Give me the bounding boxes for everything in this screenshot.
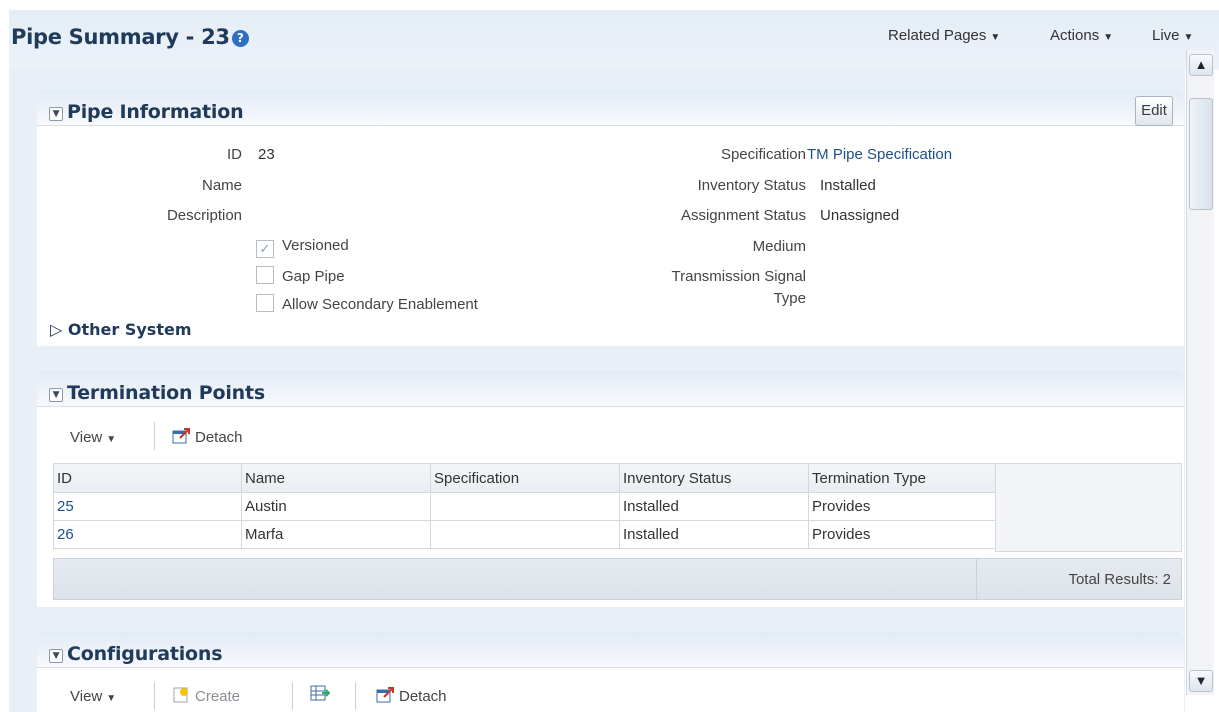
termination-points-table: ID Name Specification Inventory Status T…	[53, 463, 996, 549]
cfg-view-label: View	[70, 688, 103, 705]
collapse-icon[interactable]: ▼	[49, 388, 63, 402]
edit-button[interactable]: Edit	[1135, 96, 1173, 126]
other-system-toggle[interactable]: ▷ Other System	[50, 320, 192, 339]
vertical-scrollbar[interactable]: ▲ ▼	[1186, 50, 1214, 695]
row-specification	[430, 520, 620, 549]
actions-label: Actions	[1050, 27, 1100, 44]
export-icon	[310, 684, 331, 702]
expand-triangle-icon: ▷	[50, 320, 63, 339]
page-title-text: Pipe Summary - 23	[11, 25, 230, 49]
name-label: Name	[201, 177, 242, 194]
related-pages-label: Related Pages	[888, 27, 987, 44]
id-value: 23	[258, 146, 275, 163]
inventory-status-label: Inventory Status	[697, 177, 806, 194]
tp-view-label: View	[70, 429, 103, 446]
pipe-information-label: Pipe Information	[67, 101, 244, 123]
cfg-create-button[interactable]: Create	[172, 686, 240, 705]
checkbox-box[interactable]	[256, 266, 274, 284]
toolbar-divider	[154, 682, 155, 710]
cfg-view-menu[interactable]: View ▼	[70, 688, 116, 705]
row-name: Marfa	[241, 520, 431, 549]
column-header-name[interactable]: Name	[241, 463, 431, 493]
toolbar-divider	[355, 682, 356, 710]
help-icon[interactable]: ?	[231, 30, 249, 47]
actions-menu[interactable]: Actions ▼	[1050, 27, 1113, 44]
versioned-label: Versioned	[282, 237, 349, 254]
chevron-down-icon: ▼	[1103, 32, 1114, 43]
live-menu[interactable]: Live ▼	[1152, 27, 1193, 44]
versioned-checkbox[interactable]: ✓ Versioned	[256, 237, 349, 258]
collapse-icon[interactable]: ▼	[49, 649, 63, 663]
collapse-icon[interactable]: ▼	[49, 107, 63, 121]
row-inventory-status: Installed	[619, 492, 809, 521]
toolbar-divider	[154, 422, 155, 450]
specification-link[interactable]: TM Pipe Specification	[807, 146, 952, 163]
related-pages-menu[interactable]: Related Pages ▼	[888, 27, 1000, 44]
assignment-status-value: Unassigned	[820, 207, 900, 224]
allow-secondary-label: Allow Secondary Enablement	[282, 296, 478, 313]
scroll-up-icon[interactable]: ▲	[1189, 54, 1213, 76]
medium-label: Medium	[752, 238, 806, 255]
column-header-id[interactable]: ID	[53, 463, 242, 493]
toolbar-divider	[292, 682, 293, 710]
cfg-detach-button[interactable]: Detach	[376, 686, 447, 705]
column-header-specification[interactable]: Specification	[430, 463, 620, 493]
row-id-link[interactable]: 25	[53, 492, 242, 521]
transmission-signal-label: Transmission Signal	[671, 268, 807, 285]
row-specification	[430, 492, 620, 521]
detach-icon	[376, 686, 396, 704]
table-row[interactable]: 26 Marfa Installed Provides	[53, 520, 996, 549]
gap-pipe-label: Gap Pipe	[282, 268, 345, 285]
scroll-down-icon[interactable]: ▼	[1189, 670, 1213, 692]
row-name: Austin	[241, 492, 431, 521]
row-termination-type: Provides	[808, 492, 996, 521]
cfg-export-button[interactable]	[310, 684, 333, 703]
termination-points-label: Termination Points	[67, 382, 265, 404]
row-termination-type: Provides	[808, 520, 996, 549]
termination-points-title[interactable]: ▼ Termination Points	[49, 382, 265, 404]
column-header-termination-type[interactable]: Termination Type	[808, 463, 996, 493]
tp-detach-button[interactable]: Detach	[172, 427, 243, 446]
other-system-label: Other System	[67, 320, 192, 339]
table-empty-area	[995, 463, 1182, 552]
create-icon	[172, 686, 192, 704]
id-label: ID	[227, 146, 242, 163]
gap-pipe-checkbox[interactable]: Gap Pipe	[256, 266, 345, 285]
pipe-information-title[interactable]: ▼ Pipe Information	[49, 101, 244, 123]
checkbox-box[interactable]	[256, 294, 274, 312]
specification-label: Specification	[720, 146, 806, 163]
column-header-inventory-status[interactable]: Inventory Status	[619, 463, 809, 493]
inventory-status-value: Installed	[820, 177, 876, 194]
detach-icon	[172, 427, 192, 445]
table-row[interactable]: 25 Austin Installed Provides	[53, 492, 996, 521]
chevron-down-icon: ▼	[990, 32, 1001, 43]
chevron-down-icon: ▼	[106, 434, 117, 445]
scroll-thumb[interactable]	[1189, 98, 1213, 210]
cfg-detach-label: Detach	[399, 688, 447, 705]
table-footer: Total Results: 2	[53, 558, 1182, 600]
configurations-title[interactable]: ▼ Configurations	[49, 643, 223, 665]
tp-detach-label: Detach	[195, 429, 243, 446]
live-label: Live	[1152, 27, 1180, 44]
footer-divider	[976, 559, 977, 599]
page-title: Pipe Summary - 23?	[11, 25, 249, 49]
row-inventory-status: Installed	[619, 520, 809, 549]
cfg-create-label: Create	[195, 688, 241, 705]
description-label: Description	[166, 207, 242, 224]
transmission-type-label: Type	[773, 290, 806, 307]
row-id-link[interactable]: 26	[53, 520, 242, 549]
configurations-label: Configurations	[67, 643, 223, 665]
checkmark-icon[interactable]: ✓	[256, 240, 274, 258]
tp-view-menu[interactable]: View ▼	[70, 429, 116, 446]
table-header-row: ID Name Specification Inventory Status T…	[53, 463, 996, 493]
chevron-down-icon: ▼	[1183, 32, 1194, 43]
chevron-down-icon: ▼	[106, 693, 117, 704]
assignment-status-label: Assignment Status	[680, 207, 806, 224]
allow-secondary-enablement-checkbox[interactable]: Allow Secondary Enablement	[256, 294, 478, 313]
total-results: Total Results: 2	[1068, 571, 1171, 588]
